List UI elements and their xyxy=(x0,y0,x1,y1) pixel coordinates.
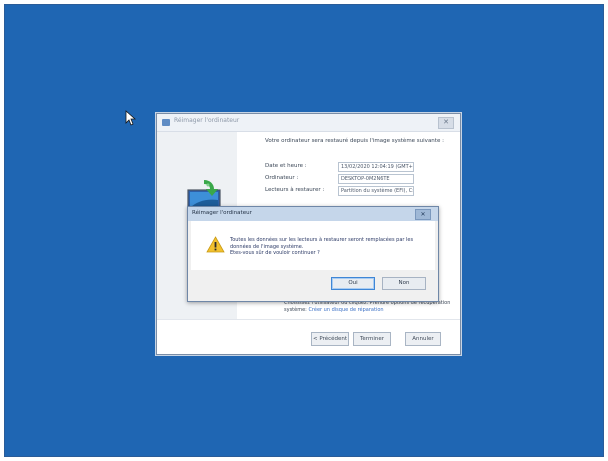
repair-disc-link[interactable]: Créer un disque de réparation xyxy=(308,307,383,313)
wizard-title: Réimager l'ordinateur xyxy=(174,117,240,124)
app-icon xyxy=(162,119,170,126)
field-value: Partition du système (EFI), C: xyxy=(338,186,414,196)
confirmation-dialog: Réimager l'ordinateur ✕ Toutes les donné… xyxy=(187,206,439,302)
mouse-pointer-icon xyxy=(125,110,137,126)
field-value: 13/02/2020 12:04:19 (GMT+01:00) xyxy=(338,162,414,172)
yes-button[interactable]: Oui xyxy=(331,277,375,290)
field-label: Date et heure : xyxy=(265,163,307,169)
previous-button[interactable]: < Précédent xyxy=(311,332,349,346)
dialog-body: Toutes les données sur les lecteurs à re… xyxy=(191,221,435,270)
field-label: Lecteurs à restaurer : xyxy=(265,187,325,193)
dialog-titlebar[interactable]: Réimager l'ordinateur ✕ xyxy=(188,207,438,221)
wizard-footer: < Précédent Terminer Annuler xyxy=(157,319,460,354)
wizard-titlebar[interactable]: Réimager l'ordinateur ✕ xyxy=(157,114,460,132)
warning-triangle-icon xyxy=(206,236,225,253)
cancel-button[interactable]: Annuler xyxy=(405,332,441,346)
field-value: DESKTOP-0M2N6TE xyxy=(338,174,414,184)
field-label: Ordinateur : xyxy=(265,175,299,181)
wizard-lower-text: Choisissez l'utilisateur ou cliquez. Pre… xyxy=(284,300,454,314)
no-button[interactable]: Non xyxy=(382,277,426,290)
dialog-title: Réimager l'ordinateur xyxy=(192,210,252,216)
dialog-close-button[interactable]: ✕ xyxy=(415,209,431,220)
dialog-footer: Oui Non xyxy=(191,270,435,298)
wizard-close-button[interactable]: ✕ xyxy=(438,117,454,129)
wizard-intro-text: Votre ordinateur sera restauré depuis l'… xyxy=(265,138,444,144)
finish-button[interactable]: Terminer xyxy=(353,332,391,346)
dialog-message: Toutes les données sur les lecteurs à re… xyxy=(230,237,414,256)
